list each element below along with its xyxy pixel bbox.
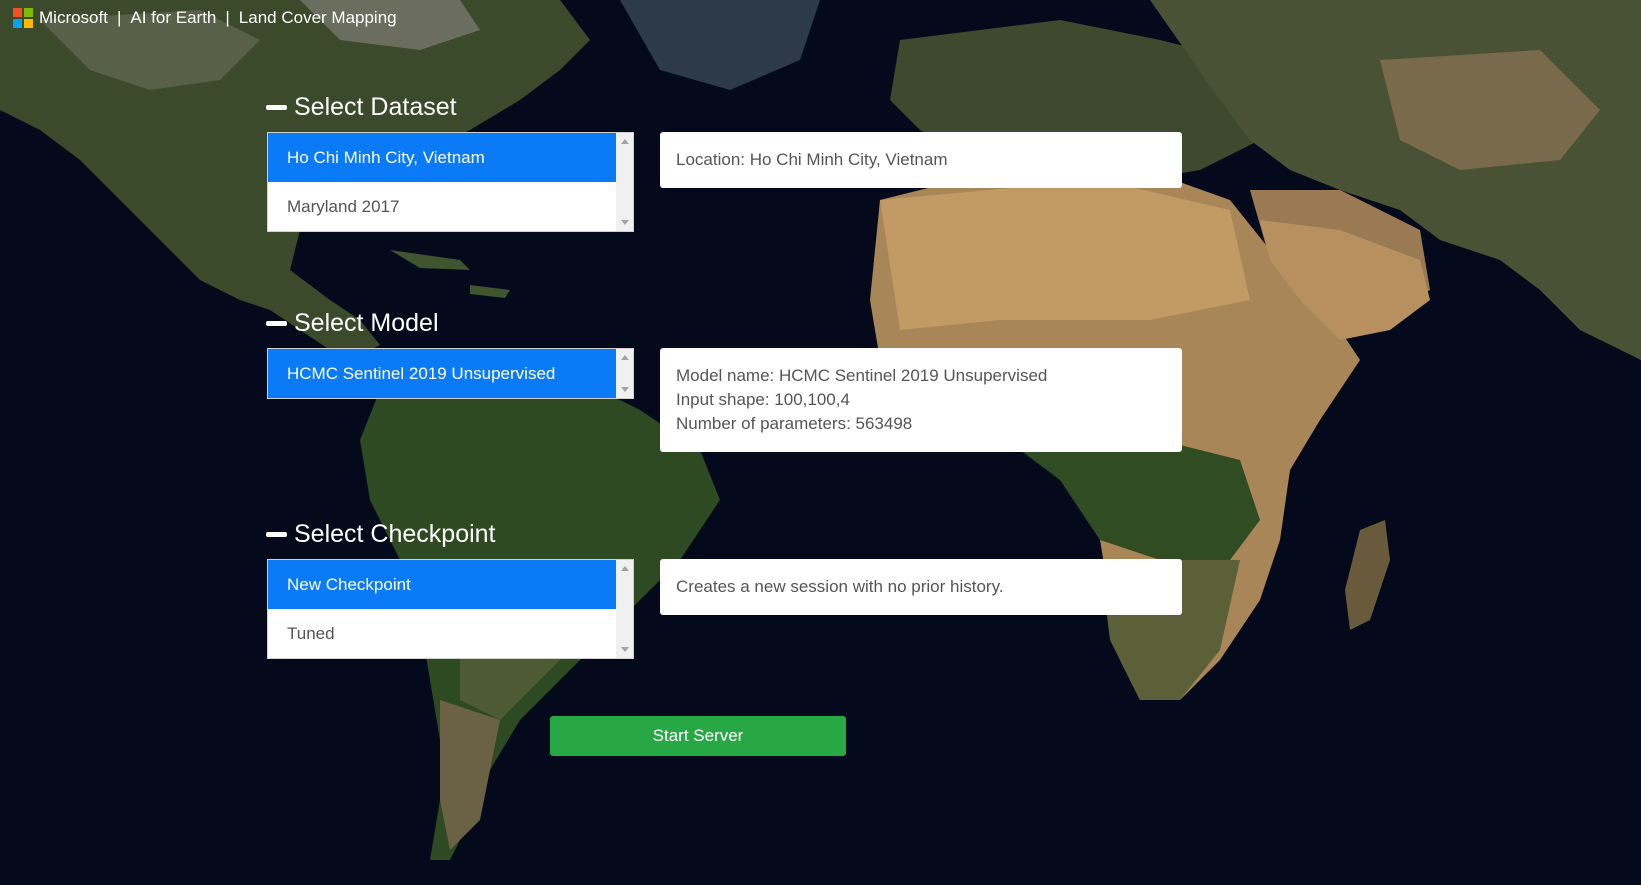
- start-server-button[interactable]: Start Server: [550, 716, 846, 756]
- header-separator: |: [116, 8, 122, 27]
- microsoft-logo-icon: [13, 8, 33, 28]
- checkpoint-listbox[interactable]: New Checkpoint Tuned: [267, 559, 634, 659]
- model-parameters-text: Number of parameters: 563498: [676, 414, 913, 433]
- app-title: Land Cover Mapping: [238, 8, 397, 27]
- dataset-location-text: Location: Ho Chi Minh City, Vietnam: [676, 150, 948, 169]
- checkpoint-option[interactable]: New Checkpoint: [268, 560, 616, 609]
- checkpoint-section-header[interactable]: Select Checkpoint: [266, 520, 496, 549]
- scroll-down-arrow-icon[interactable]: [621, 387, 629, 392]
- scroll-down-arrow-icon[interactable]: [621, 647, 629, 652]
- header-separator: |: [225, 8, 230, 27]
- checkpoint-description-text: Creates a new session with no prior hist…: [676, 577, 1004, 596]
- collapse-minus-icon[interactable]: [266, 532, 287, 537]
- checkpoint-section-title: Select Checkpoint: [294, 520, 496, 548]
- dataset-info-box: Location: Ho Chi Minh City, Vietnam: [660, 132, 1182, 188]
- dataset-listbox-scrollbar[interactable]: [616, 133, 633, 231]
- model-section-header[interactable]: Select Model: [266, 309, 439, 338]
- collapse-minus-icon[interactable]: [266, 321, 287, 326]
- top-bar: Microsoft | AI for Earth | Land Cover Ma…: [13, 6, 397, 30]
- brand-name: Microsoft: [39, 8, 108, 27]
- dataset-option[interactable]: Ho Chi Minh City, Vietnam: [268, 133, 616, 182]
- scroll-up-arrow-icon[interactable]: [621, 566, 629, 571]
- checkpoint-listbox-scrollbar[interactable]: [616, 560, 633, 658]
- model-option[interactable]: HCMC Sentinel 2019 Unsupervised: [268, 349, 616, 398]
- dataset-listbox[interactable]: Ho Chi Minh City, Vietnam Maryland 2017: [267, 132, 634, 232]
- product-name: AI for Earth: [130, 8, 217, 27]
- model-name-text: Model name: HCMC Sentinel 2019 Unsupervi…: [676, 366, 1048, 385]
- model-listbox-scrollbar[interactable]: [616, 349, 633, 398]
- scroll-down-arrow-icon[interactable]: [621, 220, 629, 225]
- checkpoint-option[interactable]: Tuned: [268, 609, 616, 658]
- model-info-box: Model name: HCMC Sentinel 2019 Unsupervi…: [660, 348, 1182, 452]
- checkpoint-info-box: Creates a new session with no prior hist…: [660, 559, 1182, 615]
- dataset-section-title: Select Dataset: [294, 93, 457, 121]
- collapse-minus-icon[interactable]: [266, 105, 287, 110]
- model-input-shape-text: Input shape: 100,100,4: [676, 390, 850, 409]
- dataset-section-header[interactable]: Select Dataset: [266, 93, 457, 122]
- scroll-up-arrow-icon[interactable]: [621, 139, 629, 144]
- model-section-title: Select Model: [294, 309, 439, 337]
- dataset-option[interactable]: Maryland 2017: [268, 182, 616, 231]
- scroll-up-arrow-icon[interactable]: [621, 355, 629, 360]
- model-listbox[interactable]: HCMC Sentinel 2019 Unsupervised: [267, 348, 634, 399]
